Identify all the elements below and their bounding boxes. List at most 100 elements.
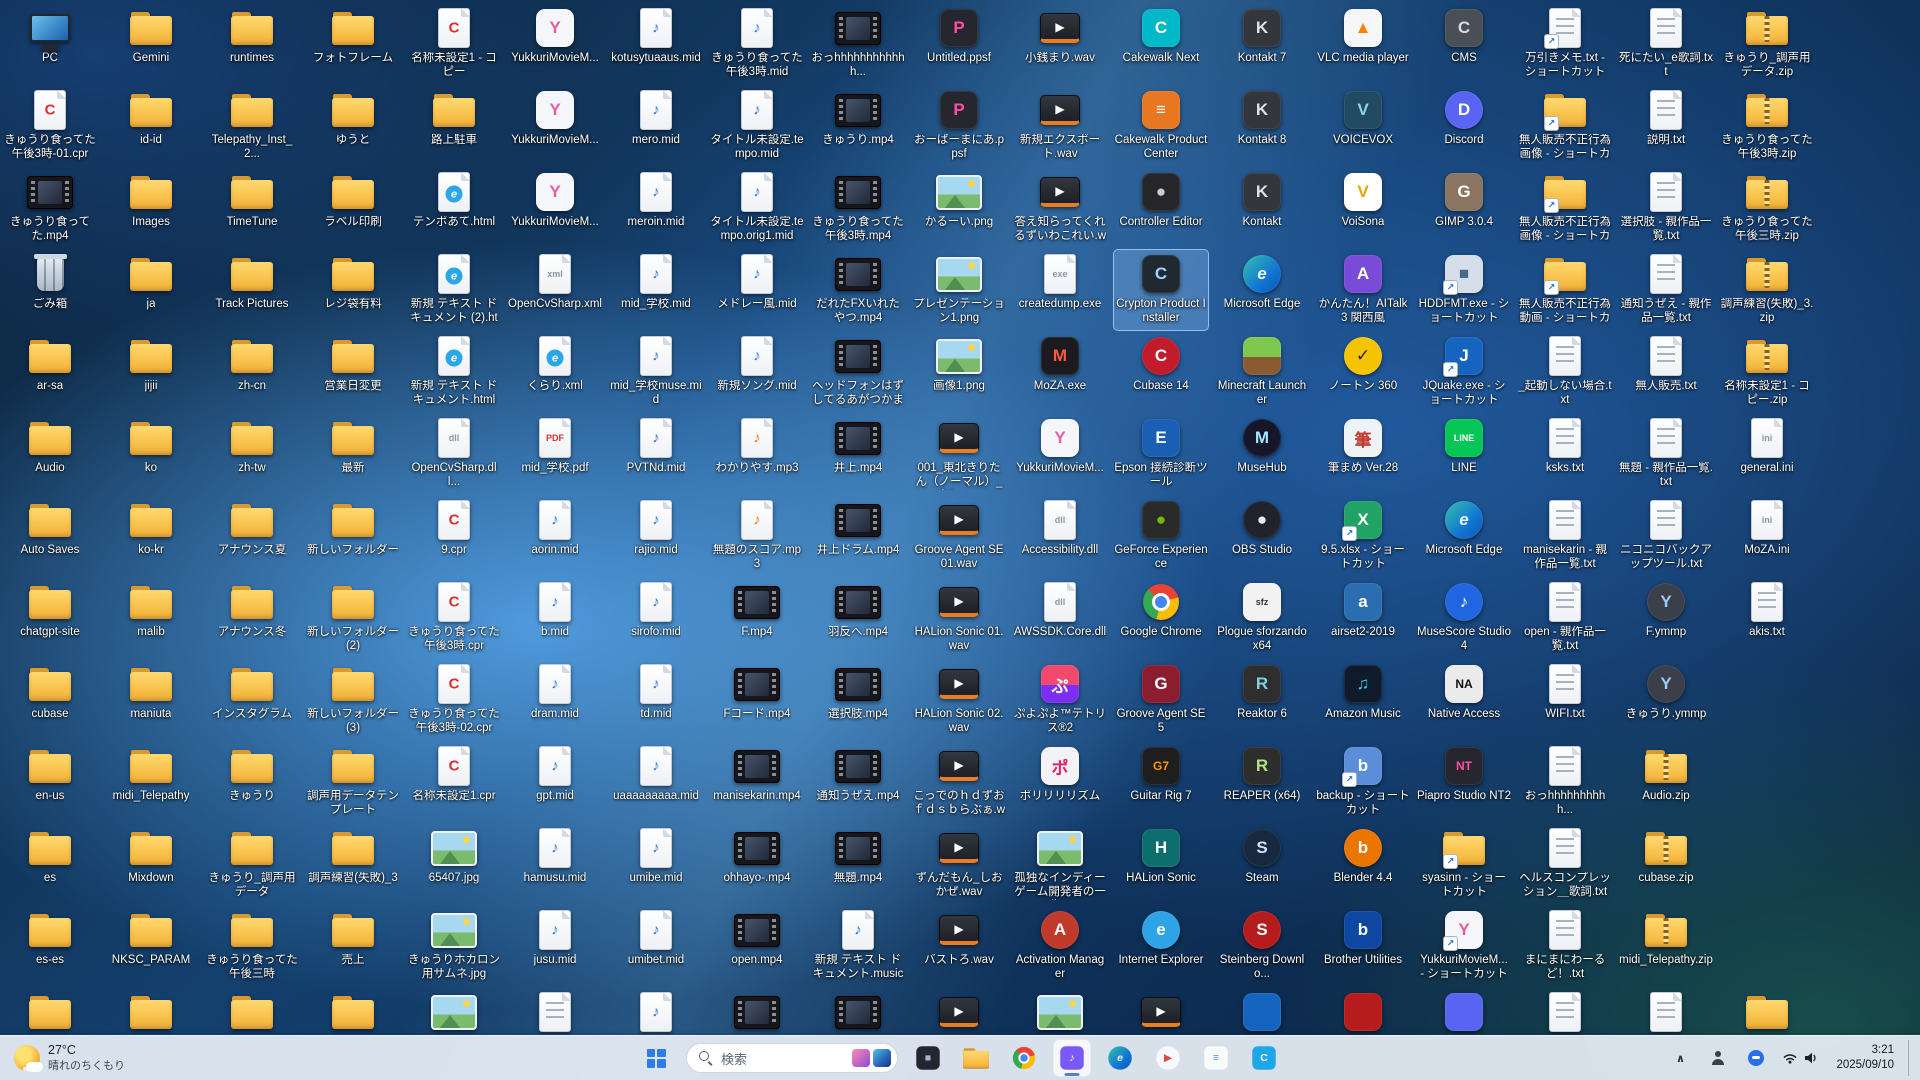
desktop-icon[interactable]: R Reaktor 6 — [1215, 660, 1309, 740]
desktop-icon[interactable]: 65407.jpg — [407, 824, 501, 904]
desktop-icon[interactable]: e テンポあて.html — [407, 168, 501, 248]
desktop-wallpaper[interactable]: PC Gemini runtimes フォトフレーム C 名称未設定1 - コピー Y Yuk… — [0, 0, 1920, 1080]
desktop-icon[interactable]: きゅうり_調声用データ — [205, 824, 299, 904]
desktop-icon[interactable]: zh-cn — [205, 332, 299, 412]
desktop-icon[interactable]: R REAPER (x64) — [1215, 742, 1309, 822]
desktop-icon[interactable]: Mixdown — [104, 824, 198, 904]
desktop-icon[interactable]: 死にたい_e歌詞.txt — [1619, 4, 1713, 84]
taskbar-app-file-explorer[interactable] — [957, 1039, 995, 1077]
desktop-icon[interactable]: H HALion Sonic — [1114, 824, 1208, 904]
desktop-icon[interactable]: ♪ PVTNd.mid — [609, 414, 703, 494]
desktop-icon[interactable]: ヘルスコンプレッション＿歌詞.txt — [1518, 824, 1612, 904]
desktop-icon[interactable]: ♪ uaaaaaaaaa.mid — [609, 742, 703, 822]
desktop-icon[interactable]: ♪ aorin.mid — [508, 496, 602, 576]
desktop-icon[interactable]: E Epson 接続診断ツール — [1114, 414, 1208, 494]
start-button[interactable] — [637, 1039, 675, 1077]
desktop-icon[interactable]: id-id — [104, 86, 198, 166]
show-desktop-strip[interactable] — [1908, 1040, 1914, 1076]
desktop-icon[interactable]: 説明.txt — [1619, 86, 1713, 166]
desktop-icon[interactable]: 調声用データテンプレート — [306, 742, 400, 822]
desktop-icon[interactable]: midi_Telepathy — [104, 742, 198, 822]
chevron-up-icon[interactable]: ∧ — [1665, 1042, 1695, 1074]
desktop-icon[interactable]: S Steinberg Downlo... — [1215, 906, 1309, 986]
desktop-icon[interactable]: ↗ 無人販売不正行為動画 - ショートカット — [1518, 250, 1612, 330]
desktop-icon[interactable]: ♪ 新規ソング.mid — [710, 332, 804, 412]
desktop-icon[interactable]: open - 親作品一覧.txt — [1518, 578, 1612, 658]
desktop-icon[interactable]: PDF mid_学校.pdf — [508, 414, 602, 494]
desktop-icon[interactable]: Y YukkuriMovieM... — [508, 86, 602, 166]
desktop-icon[interactable]: ♪ jusu.mid — [508, 906, 602, 986]
desktop-icon[interactable]: Y きゅうり.ymmp — [1619, 660, 1713, 740]
desktop-icon[interactable]: ♪ umibet.mid — [609, 906, 703, 986]
desktop-icon[interactable]: D Discord — [1417, 86, 1511, 166]
desktop-icon[interactable]: 筆筆まめ Ver.28 — [1316, 414, 1410, 494]
desktop-icon[interactable]: 羽反へ.mp4 — [811, 578, 905, 658]
desktop-icon[interactable]: Google Chrome — [1114, 578, 1208, 658]
desktop-icon[interactable]: Images — [104, 168, 198, 248]
desktop-icon[interactable]: NKSC_PARAM — [104, 906, 198, 986]
taskbar-app-active-purple-app[interactable]: ♪ — [1053, 1039, 1091, 1077]
desktop-icon[interactable]: ♪ dram.mid — [508, 660, 602, 740]
desktop-icon[interactable]: ♪ わかりやす.mp3 — [710, 414, 804, 494]
desktop-icon[interactable]: 通知うぜえ.mp4 — [811, 742, 905, 822]
desktop-icon[interactable]: ぷぷよぷよ™テトリス®2 — [1013, 660, 1107, 740]
desktop-icon[interactable]: NT Piapro Studio NT2 — [1417, 742, 1511, 822]
desktop-icon[interactable]: C 9.cpr — [407, 496, 501, 576]
desktop-icon[interactable]: ▶ こっでのｈｄずおｆｄｓｂらぶぁ.wav — [912, 742, 1006, 822]
desktop-icon[interactable]: 通知うぜえ - 親作品一覧.txt — [1619, 250, 1713, 330]
desktop-icon[interactable]: C Cubase 14 — [1114, 332, 1208, 412]
desktop-icon[interactable]: V VOICEVOX — [1316, 86, 1410, 166]
desktop-icon[interactable]: 売上 — [306, 906, 400, 986]
desktop-icon[interactable]: C Crypton Product Installer — [1113, 249, 1209, 331]
desktop-icon[interactable]: P おーばーまにあ.ppsf — [912, 86, 1006, 166]
desktop-icon[interactable]: e Internet Explorer — [1114, 906, 1208, 986]
desktop-icon[interactable]: かるーい.png — [912, 168, 1006, 248]
desktop-icon[interactable]: cubase.zip — [1619, 824, 1713, 904]
desktop-icon[interactable]: 選択肢 - 親作品一覧.txt — [1619, 168, 1713, 248]
desktop-icon[interactable]: A Activation Manager — [1013, 906, 1107, 986]
desktop-icon[interactable]: X ↗ 9.5.xlsx - ショートカット — [1316, 496, 1410, 576]
desktop-icon[interactable]: ♪ タイトル未設定.tempo.mid — [710, 86, 804, 166]
desktop-icon[interactable]: 調声練習(失敗)_3 — [306, 824, 400, 904]
desktop-icon[interactable]: ♪ b.mid — [508, 578, 602, 658]
desktop-icon[interactable]: A かんたん！AITalk 3 関西風 — [1316, 250, 1410, 330]
desktop-icon[interactable]: Telepathy_Inst_2... — [205, 86, 299, 166]
desktop-icon[interactable]: ♪ 新規 テキスト ドキュメント.musicxml — [811, 906, 905, 986]
desktop-icon[interactable]: プレゼンテーション1.png — [912, 250, 1006, 330]
desktop-icon[interactable]: 画像1.png — [912, 332, 1006, 412]
desktop-icon[interactable]: maniuta — [104, 660, 198, 740]
desktop-icon[interactable]: ar-sa — [3, 332, 97, 412]
desktop-icon[interactable]: ✓ ノートン 360 — [1316, 332, 1410, 412]
desktop-icon[interactable]: dll OpenCvSharp.dll... — [407, 414, 501, 494]
desktop-icon[interactable]: ♪ mero.mid — [609, 86, 703, 166]
desktop-icon[interactable]: ゆうと — [306, 86, 400, 166]
desktop-icon[interactable]: S Steam — [1215, 824, 1309, 904]
desktop-icon[interactable]: フォトフレーム — [306, 4, 400, 84]
desktop-icon[interactable]: ヘッドフォンはずしてるあがつかまう.mp4 — [811, 332, 905, 412]
desktop-icon[interactable]: ini MoZA.ini — [1720, 496, 1814, 576]
desktop-icon[interactable]: ♪ meroin.mid — [609, 168, 703, 248]
desktop-icon[interactable]: ■ ↗ HDDFMT.exe - ショートカット — [1417, 250, 1511, 330]
desktop-icon[interactable]: TimeTune — [205, 168, 299, 248]
desktop-icon[interactable]: きゅうり食ってた午後3時.mp4 — [811, 168, 905, 248]
desktop-icon[interactable]: 営業日変更 — [306, 332, 400, 412]
desktop-icon[interactable]: Audio.zip — [1619, 742, 1713, 822]
desktop-icon[interactable]: 選択肢.mp4 — [811, 660, 905, 740]
desktop-icon[interactable]: C 名称未設定1.cpr — [407, 742, 501, 822]
desktop-icon[interactable]: K Kontakt 7 — [1215, 4, 1309, 84]
taskbar-app-microsoft-edge[interactable]: e — [1101, 1039, 1139, 1077]
desktop-icon[interactable]: きゅうり食ってた午後三時 — [205, 906, 299, 986]
desktop-icon[interactable]: Y YukkuriMovieM... — [508, 168, 602, 248]
taskbar-clock[interactable]: 3:21 2025/09/10 — [1830, 1041, 1900, 1075]
desktop-icon[interactable]: manisekarin - 親作品一覧.txt — [1518, 496, 1612, 576]
desktop-icon[interactable]: Gemini — [104, 4, 198, 84]
desktop-icon[interactable]: ♪ gpt.mid — [508, 742, 602, 822]
desktop-icon[interactable]: NA Native Access — [1417, 660, 1511, 740]
desktop-icon[interactable]: ♪ きゅうり食ってた午後3時.mid — [710, 4, 804, 84]
desktop-icon[interactable]: _起動しない場合.txt — [1518, 332, 1612, 412]
desktop-icon[interactable]: インスタグラム — [205, 660, 299, 740]
desktop-icon[interactable]: C 名称未設定1 - コピー — [407, 4, 501, 84]
desktop-icon[interactable]: K Kontakt 8 — [1215, 86, 1309, 166]
desktop-icon[interactable]: おっhhhhhhhhhhhh... — [811, 4, 905, 84]
network-volume-group[interactable] — [1779, 1042, 1822, 1074]
